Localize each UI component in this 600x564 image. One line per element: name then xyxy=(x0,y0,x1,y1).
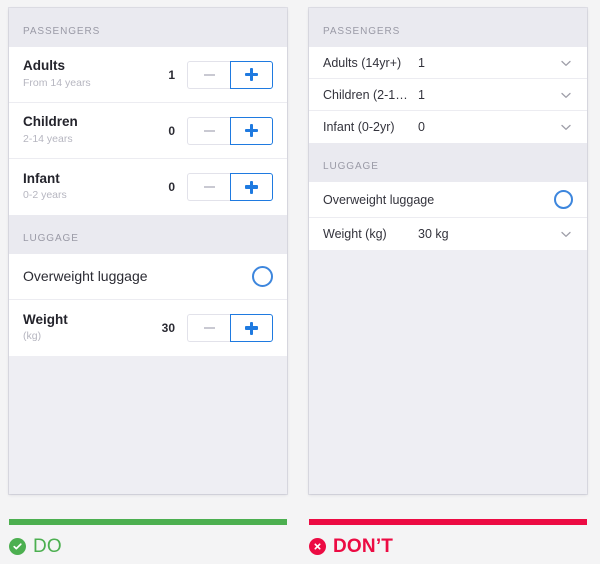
row-subtitle: 2-14 years xyxy=(23,132,73,145)
row-title: Overweight luggage xyxy=(23,268,148,285)
dont-verdict: DON’T xyxy=(309,537,393,556)
row-label: Weight (kg) xyxy=(323,227,387,241)
dont-rule xyxy=(309,519,587,525)
row-value: 1 xyxy=(168,67,175,82)
x-circle-icon xyxy=(309,538,326,555)
luggage-group: Overweight luggage Weight (kg) 30 kg xyxy=(309,182,587,250)
row-title: Infant xyxy=(23,170,60,186)
row-text: Infant 0-2 years xyxy=(23,170,141,204)
radio-circle-unselected-icon[interactable] xyxy=(554,190,573,209)
row-text: Children 2-14 years xyxy=(23,113,141,147)
overweight-luggage-row[interactable]: Overweight luggage xyxy=(9,254,287,300)
chevron-down-icon[interactable] xyxy=(559,120,573,134)
row-text: Overweight luggage xyxy=(23,267,252,285)
row-value: 0 xyxy=(168,123,175,138)
dont-phone-panel: PASSENGERS Adults (14yr+) 1 Children (2-… xyxy=(309,8,587,494)
row-value: 30 xyxy=(161,321,175,335)
overweight-luggage-row[interactable]: Overweight luggage xyxy=(309,182,587,218)
quantity-stepper-weight[interactable] xyxy=(187,314,273,342)
row-label: Adults (14yr+) xyxy=(323,55,402,70)
plus-icon xyxy=(245,180,258,194)
row-title: Weight xyxy=(23,311,68,327)
plus-icon xyxy=(245,124,258,137)
stepper-row-children[interactable]: Children 2-14 years 0 xyxy=(9,103,287,159)
chevron-down-icon[interactable] xyxy=(559,56,573,70)
check-circle-icon xyxy=(9,538,26,555)
minus-icon xyxy=(203,73,215,76)
section-header-luggage: LUGGAGE xyxy=(9,215,287,254)
passengers-group: Adults (14yr+) 1 Children (2-1… 1 Infant… xyxy=(309,47,587,143)
do-phone-panel: PASSENGERS Adults From 14 years 1 Childr… xyxy=(9,8,287,494)
row-subtitle: (kg) xyxy=(23,330,42,343)
do-column: PASSENGERS Adults From 14 years 1 Childr… xyxy=(0,0,300,564)
stepper-row-weight[interactable]: Weight (kg) 30 xyxy=(9,300,287,356)
chevron-down-icon[interactable] xyxy=(559,88,573,102)
select-row-infant[interactable]: Infant (0-2yr) 0 xyxy=(309,111,587,143)
quantity-stepper-infant[interactable] xyxy=(187,173,273,201)
increment-button[interactable] xyxy=(230,116,273,145)
row-value: 30 kg xyxy=(418,227,449,241)
row-value: 1 xyxy=(418,55,425,70)
stepper-row-infant[interactable]: Infant 0-2 years 0 xyxy=(9,159,287,215)
dont-label: DON’T xyxy=(333,536,394,557)
row-subtitle: From 14 years xyxy=(23,76,91,89)
section-header-luggage: LUGGAGE xyxy=(309,143,587,182)
select-row-weight[interactable]: Weight (kg) 30 kg xyxy=(309,218,587,250)
row-title: Children xyxy=(23,114,78,130)
row-text: Adults From 14 years xyxy=(23,57,141,91)
increment-button[interactable] xyxy=(230,173,273,201)
passengers-group: Adults From 14 years 1 Children 2-14 yea… xyxy=(9,47,287,215)
select-row-children[interactable]: Children (2-1… 1 xyxy=(309,79,587,111)
row-value: 0 xyxy=(418,120,425,134)
do-verdict: DO xyxy=(9,537,62,556)
row-value: 1 xyxy=(418,87,425,102)
row-text: Weight (kg) xyxy=(23,311,141,345)
row-title: Adults xyxy=(23,58,65,74)
plus-icon xyxy=(245,68,258,81)
row-subtitle: 0-2 years xyxy=(23,189,67,202)
select-row-adults[interactable]: Adults (14yr+) 1 xyxy=(309,47,587,79)
do-rule xyxy=(9,519,287,525)
row-label: Children (2-1… xyxy=(323,87,408,102)
increment-button[interactable] xyxy=(230,314,273,342)
minus-icon xyxy=(203,186,215,188)
comparison-stage: PASSENGERS Adults From 14 years 1 Childr… xyxy=(0,0,600,564)
luggage-group: Overweight luggage Weight (kg) 30 xyxy=(9,254,287,356)
row-label: Infant (0-2yr) xyxy=(323,120,395,134)
radio-circle-unselected-icon[interactable] xyxy=(252,266,273,287)
decrement-button[interactable] xyxy=(187,314,230,342)
section-header-passengers: PASSENGERS xyxy=(309,8,587,47)
chevron-down-icon[interactable] xyxy=(559,227,573,241)
row-label: Overweight luggage xyxy=(323,192,435,207)
minus-icon xyxy=(203,129,215,132)
plus-icon xyxy=(245,321,258,335)
decrement-button[interactable] xyxy=(187,60,230,89)
stepper-row-adults[interactable]: Adults From 14 years 1 xyxy=(9,47,287,103)
dont-column: PASSENGERS Adults (14yr+) 1 Children (2-… xyxy=(300,0,600,564)
increment-button[interactable] xyxy=(230,60,273,89)
decrement-button[interactable] xyxy=(187,173,230,201)
minus-icon xyxy=(203,327,215,329)
quantity-stepper-adults[interactable] xyxy=(187,60,273,89)
quantity-stepper-children[interactable] xyxy=(187,116,273,145)
section-header-passengers: PASSENGERS xyxy=(9,8,287,47)
do-label: DO xyxy=(33,536,62,557)
decrement-button[interactable] xyxy=(187,116,230,145)
row-value: 0 xyxy=(168,180,175,194)
